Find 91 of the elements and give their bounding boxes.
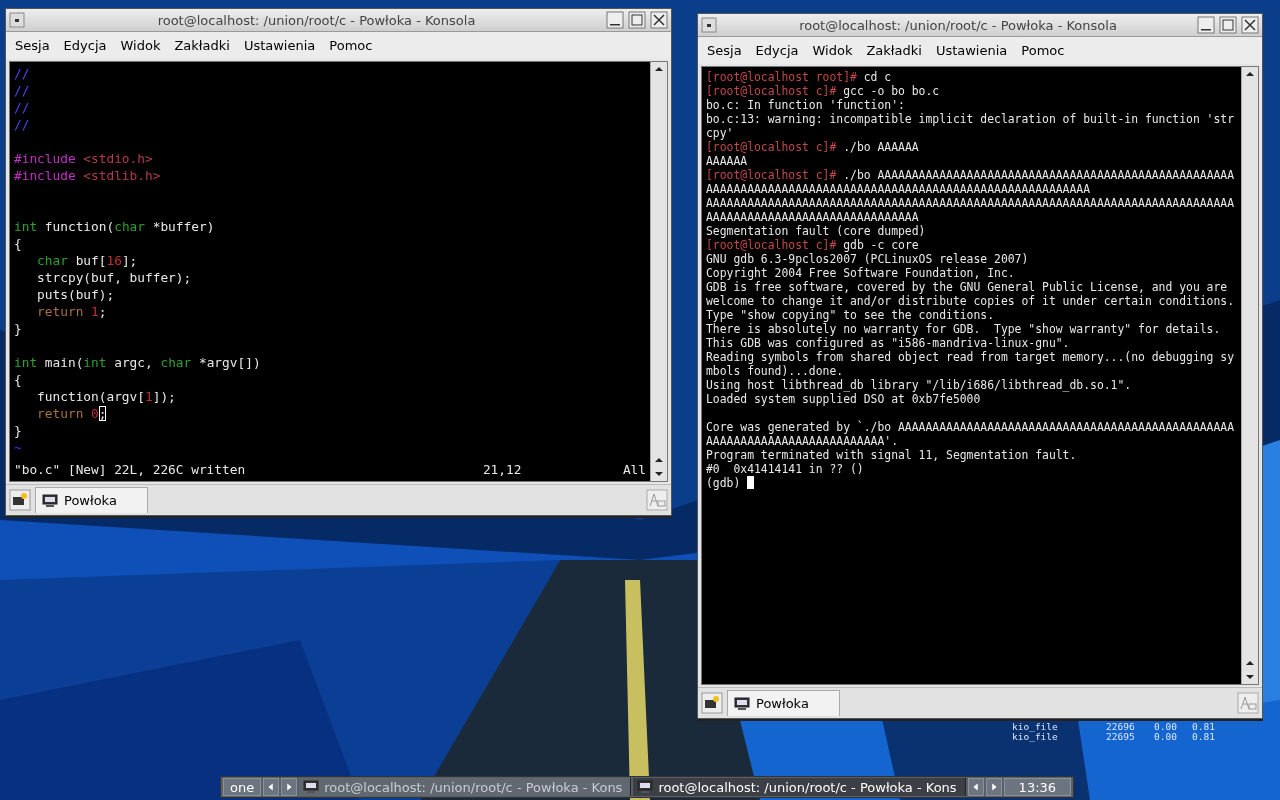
terminal-line: Copyright 2004 Free Software Foundation, Inc. xyxy=(706,266,1016,280)
code-line: puts(buf); xyxy=(36,286,116,303)
new-tab-icon[interactable] xyxy=(9,489,31,511)
terminal-line: #0 0x41414141 in ?? () xyxy=(706,462,865,476)
terminal-line: Loaded system supplied DSO at 0xb7fe5000 xyxy=(706,392,982,406)
new-tab-icon[interactable] xyxy=(701,692,723,714)
terminal-line: [root@localhost c]# gcc -o bo bo.c xyxy=(706,84,941,98)
scroll-position: All xyxy=(622,461,646,478)
menu-item[interactable]: Edycja xyxy=(748,39,806,62)
terminal-line: [root@localhost c]# gdb -c core xyxy=(706,238,920,252)
session-tab[interactable]: Powłoka xyxy=(727,690,840,716)
terminal-line: (gdb) xyxy=(706,476,1237,490)
code-line: char buf[16]; xyxy=(36,252,139,269)
terminal-line: Program terminated with signal 11, Segmentation fault. xyxy=(706,448,1078,462)
minimize-icon[interactable] xyxy=(1197,16,1215,34)
code-line: int function(char *buffer) xyxy=(14,218,216,235)
menu-item[interactable]: Zakładki xyxy=(167,34,237,57)
previous-icon[interactable] xyxy=(263,778,280,796)
code-line: // xyxy=(14,116,31,133)
window-menu-icon[interactable] xyxy=(9,11,27,29)
task-button[interactable]: root@localhost: /union/root/c - Powłoka - Kons xyxy=(299,778,632,796)
clock: 13:36 xyxy=(1003,778,1072,796)
menu-item[interactable]: Widok xyxy=(113,34,168,57)
terminal-line: Segmentation fault (core dumped) xyxy=(706,224,927,238)
code-line: // xyxy=(14,65,31,82)
close-icon[interactable] xyxy=(1241,16,1259,34)
terminal-line: Reading symbols from shared object read from target memory...(no debugging sy xyxy=(706,350,1236,364)
scrollbar[interactable] xyxy=(650,62,667,481)
cursor-position: 21,12 xyxy=(482,461,523,478)
terminal-line: GNU gdb 6.3-9pclos2007 (PCLinuxOS release 2007) xyxy=(706,252,1030,266)
terminal-line: mbols found)...done. xyxy=(706,364,845,378)
terminal-line: This GDB was configured as "i586-mandriva-linux-gnu". xyxy=(706,336,1071,350)
menu-item[interactable]: Zakładki xyxy=(859,39,929,62)
terminal-line: AAAAAAAAAAAAAAAAAAAAAAAAAAAAAAA xyxy=(706,210,920,224)
terminal-line: bo.c: In function 'function': xyxy=(706,98,906,112)
code-line: strcpy(buf, buffer); xyxy=(36,269,193,286)
code-line: { xyxy=(14,371,23,388)
terminal-line: AAAAAAAAAAAAAAAAAAAAAAAAAA'. xyxy=(706,434,900,448)
next-icon[interactable] xyxy=(281,778,298,796)
terminal-line: Using host libthread_db library "/lib/i686/libthread_db.so.1". xyxy=(706,378,1133,392)
status-message: "bo.c" [New] 22L, 226C written xyxy=(14,461,247,478)
task-button[interactable]: root@localhost: /union/root/c - Powłoka - Kons xyxy=(633,778,966,796)
minimize-icon[interactable] xyxy=(606,11,624,29)
terminal-line: bo.c:13: warning: incompatible implicit declaration of built-in function 'str xyxy=(706,112,1236,126)
menu-item[interactable]: Widok xyxy=(805,39,860,62)
terminal-line: [root@localhost c]# ./bo AAAAAA xyxy=(706,140,920,154)
terminal-line: Core was generated by `./bo AAAAAAAAAAAAAAAAAAAAAAAAAAAAAAAAAAAAAAAAAAAAAAAAA xyxy=(706,420,1236,434)
scrollbar[interactable] xyxy=(1241,67,1258,684)
desktop-pager[interactable]: one xyxy=(223,778,262,796)
terminal-line: GDB is free software, covered by the GNU General Public License, and you are xyxy=(706,280,1229,294)
menu-item[interactable]: Sesja xyxy=(8,34,57,57)
menu-item[interactable]: Pomoc xyxy=(322,34,380,57)
code-line: int main(int argc, char *argv[]) xyxy=(14,354,262,371)
code-line: #include <stdlib.h> xyxy=(14,167,162,184)
terminal-icon xyxy=(637,780,654,794)
terminal-line: AAAAAA xyxy=(706,154,749,168)
menu-item[interactable]: Edycja xyxy=(56,34,114,57)
terminal-line: [root@localhost c]# ./bo AAAAAAAAAAAAAAAAAAAAAAAAAAAAAAAAAAAAAAAAAAAAAAAAAAAA xyxy=(706,168,1236,182)
window-title: root@localhost: /union/root/c - Powłoka - Konsola xyxy=(798,17,1118,33)
code-line: function(argv[1]); xyxy=(36,388,177,405)
menu-item[interactable]: Ustawienia xyxy=(236,34,323,57)
code-line: #include <stdio.h> xyxy=(14,150,154,167)
terminal-icon xyxy=(303,780,320,794)
terminal-line: Type "show copying" to see the conditions. xyxy=(706,308,996,322)
terminal-line: welcome to change it and/or distribute copies of it under certain conditions. xyxy=(706,294,1236,308)
code-line: { xyxy=(14,235,23,252)
menu-item[interactable]: Pomoc xyxy=(1014,39,1072,62)
code-line: } xyxy=(14,422,23,439)
terminal-line: There is absolutely no warranty for GDB. Type "show warranty" for details. xyxy=(706,322,1222,336)
previous-icon[interactable] xyxy=(967,778,984,796)
code-line: return 1; xyxy=(36,303,108,320)
code-line: ~ xyxy=(14,439,23,456)
terminal-line: [root@localhost root]# cd c xyxy=(706,70,893,84)
code-line: } xyxy=(14,320,23,337)
close-icon[interactable] xyxy=(650,11,668,29)
next-icon[interactable] xyxy=(985,778,1002,796)
terminal-line: AAAAAAAAAAAAAAAAAAAAAAAAAAAAAAAAAAAAAAAAAAAAAAAAAAAAAAAAAAAAAAAAAAAAAAAAAAAAA xyxy=(706,196,1236,210)
process-row-text: kio_file 22696 0.00 0.81 xyxy=(1012,722,1216,732)
menu-item[interactable]: Ustawienia xyxy=(928,39,1015,62)
menu-item[interactable]: Sesja xyxy=(700,39,749,62)
code-line: // xyxy=(14,82,31,99)
window-menu-icon[interactable] xyxy=(701,16,719,34)
session-tab[interactable]: Powłoka xyxy=(35,487,148,513)
terminal-line: AAAAAAAAAAAAAAAAAAAAAAAAAAAAAAAAAAAAAAAAAAAAAAAAAAAAAAAA xyxy=(706,182,1092,196)
terminal-line: cpy' xyxy=(706,126,735,140)
code-line: return 0; xyxy=(36,405,108,422)
process-row-text: kio_file 22695 0.00 0.81 xyxy=(1012,732,1216,742)
code-line: // xyxy=(14,99,31,116)
window-title: root@localhost: /union/root/c - Powłoka - Konsola xyxy=(156,12,477,28)
terminal-icon xyxy=(42,493,58,508)
terminal-icon xyxy=(734,696,750,711)
